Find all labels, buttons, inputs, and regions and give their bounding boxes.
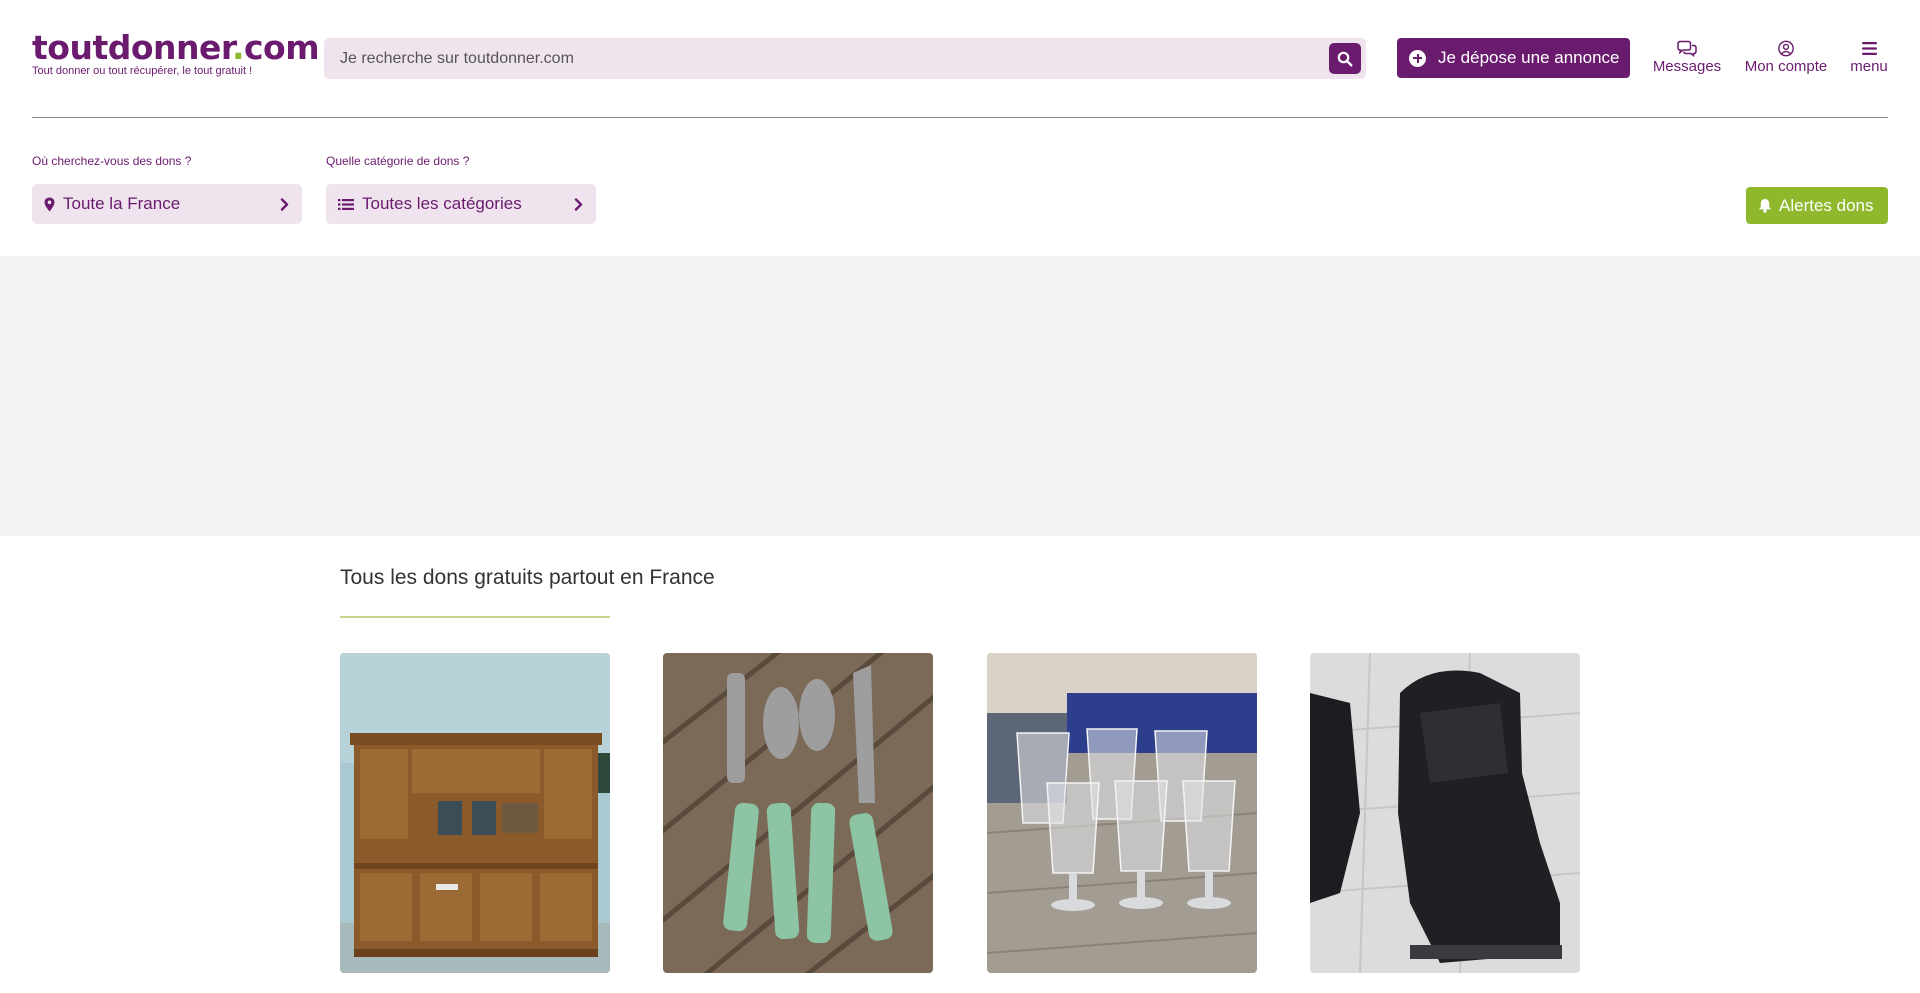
site-logo[interactable]: toutdonner.com Tout donner ou tout récup… bbox=[32, 28, 320, 78]
location-value: Toute la France bbox=[63, 194, 181, 213]
boots-photo bbox=[1310, 653, 1580, 973]
listing-card-boots[interactable] bbox=[1310, 653, 1580, 973]
plus-circle-icon bbox=[1409, 49, 1426, 67]
header-divider bbox=[32, 117, 1888, 118]
cutlery-photo bbox=[663, 653, 933, 973]
nav-account-label: Mon compte bbox=[1744, 58, 1828, 75]
nav-messages-label: Messages bbox=[1652, 58, 1722, 75]
category-label: Quelle catégorie de dons ? bbox=[326, 154, 470, 168]
listing-card-cutlery[interactable] bbox=[663, 653, 933, 973]
search-bar bbox=[324, 38, 1366, 79]
map-pin-icon bbox=[44, 197, 55, 211]
listing-card-buffet[interactable] bbox=[340, 653, 610, 973]
listings-title: Tous les dons gratuits partout en France bbox=[340, 566, 715, 589]
search-input[interactable] bbox=[324, 38, 1314, 79]
location-selector[interactable]: Toute la France bbox=[32, 184, 302, 224]
hamburger-icon bbox=[1861, 42, 1877, 55]
listing-card-glasses[interactable] bbox=[987, 653, 1257, 973]
title-underline bbox=[340, 616, 610, 618]
glasses-photo bbox=[987, 653, 1257, 973]
nav-messages[interactable]: Messages bbox=[1652, 40, 1722, 78]
nav-menu-label: menu bbox=[1850, 58, 1888, 75]
list-icon bbox=[338, 198, 354, 210]
site-header: toutdonner.com Tout donner ou tout récup… bbox=[0, 0, 1920, 118]
chevron-right-icon bbox=[574, 198, 583, 211]
chat-bubbles-icon bbox=[1677, 40, 1697, 57]
post-ad-button[interactable]: Je dépose une annonce bbox=[1397, 38, 1630, 78]
chevron-right-icon bbox=[280, 198, 289, 211]
donation-alerts-button[interactable]: Alertes dons bbox=[1746, 187, 1888, 224]
user-circle-icon bbox=[1778, 40, 1794, 57]
nav-menu[interactable]: menu bbox=[1849, 40, 1889, 78]
category-selector[interactable]: Toutes les catégories bbox=[326, 184, 596, 224]
search-button[interactable] bbox=[1329, 43, 1361, 74]
nav-account[interactable]: Mon compte bbox=[1743, 40, 1829, 78]
post-ad-label: Je dépose une annonce bbox=[1438, 48, 1620, 67]
search-icon bbox=[1337, 51, 1353, 67]
logo-wordmark: toutdonner.com bbox=[32, 28, 320, 67]
wooden-buffet-photo bbox=[340, 653, 610, 973]
category-value: Toutes les catégories bbox=[362, 194, 522, 213]
ad-banner-area bbox=[0, 256, 1920, 536]
alerts-label: Alertes dons bbox=[1779, 195, 1874, 215]
bell-icon bbox=[1759, 199, 1771, 213]
location-label: Où cherchez-vous des dons ? bbox=[32, 154, 192, 168]
